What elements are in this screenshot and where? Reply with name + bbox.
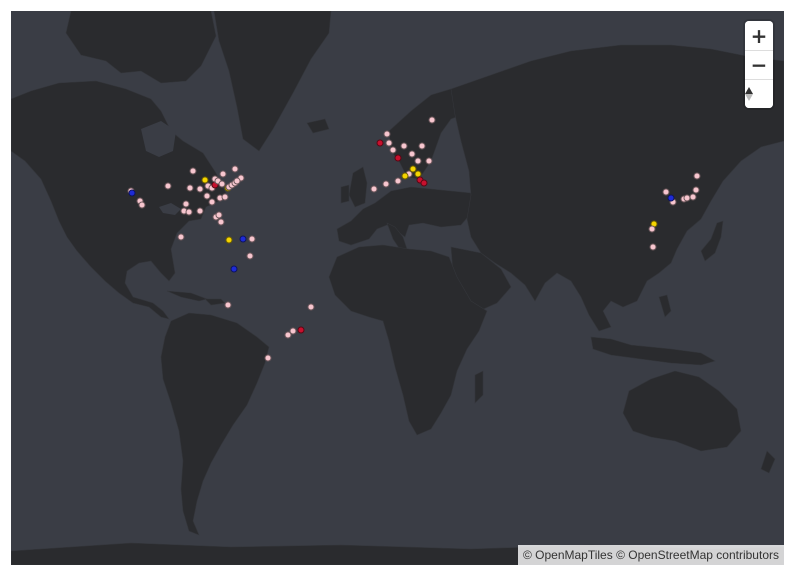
map-marker[interactable]: [425, 157, 433, 165]
caribbean: [166, 290, 209, 302]
arctic-islands: [65, 11, 217, 84]
map-marker[interactable]: [208, 198, 216, 206]
map-marker[interactable]: [420, 179, 428, 187]
map-marker[interactable]: [182, 200, 190, 208]
map-marker[interactable]: [221, 193, 229, 201]
map-marker[interactable]: [414, 157, 422, 165]
map-marker[interactable]: [248, 235, 256, 243]
compass-icon: [745, 87, 753, 94]
zoom-in-button[interactable]: +: [745, 21, 773, 50]
map-marker[interactable]: [382, 180, 390, 188]
philippines: [658, 294, 672, 318]
south-america: [160, 312, 270, 536]
map-marker[interactable]: [284, 331, 292, 339]
compass-south-icon: [745, 94, 753, 101]
map-marker[interactable]: [394, 154, 402, 162]
hispaniola: [204, 298, 226, 306]
map-marker[interactable]: [224, 301, 232, 309]
basemap: [11, 11, 784, 565]
map-marker[interactable]: [307, 303, 315, 311]
madagascar: [474, 370, 484, 404]
map-canvas[interactable]: + − © OpenMapTiles © OpenStreetMap contr…: [11, 11, 784, 565]
ireland: [340, 184, 350, 204]
map-marker[interactable]: [196, 207, 204, 215]
map-marker[interactable]: [692, 186, 700, 194]
australia: [622, 370, 742, 452]
map-marker[interactable]: [401, 172, 409, 180]
map-marker[interactable]: [376, 139, 384, 147]
map-marker[interactable]: [233, 177, 241, 185]
map-marker[interactable]: [400, 142, 408, 150]
map-controls: + −: [745, 21, 773, 108]
map-marker[interactable]: [217, 218, 225, 226]
map-marker[interactable]: [215, 211, 223, 219]
map-marker[interactable]: [383, 130, 391, 138]
map-marker[interactable]: [203, 192, 211, 200]
map-marker[interactable]: [246, 252, 254, 260]
map-marker[interactable]: [289, 327, 297, 335]
map-marker[interactable]: [385, 139, 393, 147]
uk: [348, 166, 368, 208]
new-zealand: [760, 450, 776, 474]
map-marker[interactable]: [649, 243, 657, 251]
map-marker[interactable]: [418, 142, 426, 150]
map-marker[interactable]: [230, 265, 238, 273]
map-marker[interactable]: [128, 189, 136, 197]
map-marker[interactable]: [689, 193, 697, 201]
map-attribution[interactable]: © OpenMapTiles © OpenStreetMap contribut…: [517, 545, 784, 565]
map-marker[interactable]: [225, 236, 233, 244]
map-marker[interactable]: [231, 165, 239, 173]
map-marker[interactable]: [370, 185, 378, 193]
map-marker[interactable]: [186, 184, 194, 192]
map-marker[interactable]: [394, 177, 402, 185]
map-marker[interactable]: [164, 182, 172, 190]
map-marker[interactable]: [693, 172, 701, 180]
map-marker[interactable]: [219, 170, 227, 178]
map-marker[interactable]: [189, 167, 197, 175]
map-marker[interactable]: [297, 326, 305, 334]
map-marker[interactable]: [683, 194, 691, 202]
map-marker[interactable]: [185, 208, 193, 216]
map-marker[interactable]: [264, 354, 272, 362]
japan: [700, 220, 724, 262]
map-marker[interactable]: [138, 201, 146, 209]
map-marker[interactable]: [389, 146, 397, 154]
map-marker[interactable]: [177, 233, 185, 241]
map-marker[interactable]: [408, 150, 416, 158]
map-marker[interactable]: [648, 225, 656, 233]
map-marker[interactable]: [428, 116, 436, 124]
indonesia: [590, 336, 716, 366]
iceland: [306, 118, 330, 134]
compass-button[interactable]: [745, 79, 773, 108]
map-marker[interactable]: [196, 185, 204, 193]
map-marker[interactable]: [667, 194, 675, 202]
north-america: [11, 80, 227, 320]
map-marker[interactable]: [239, 235, 247, 243]
zoom-out-button[interactable]: −: [745, 50, 773, 79]
